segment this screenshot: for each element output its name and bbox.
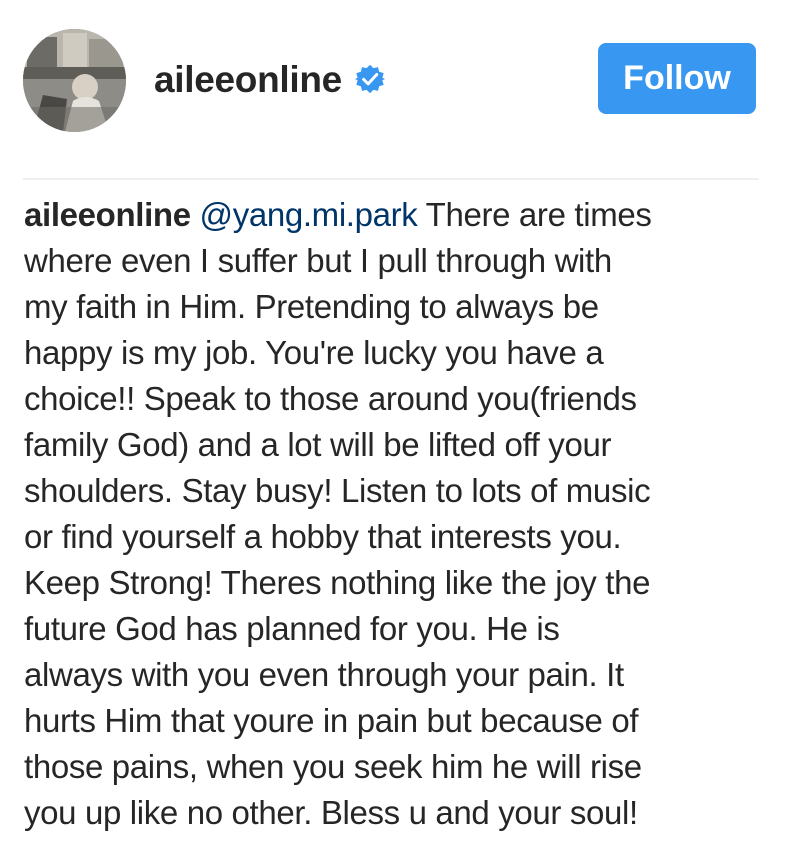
post-header: aileeonline Follow [0,0,786,178]
caption-line: my faith in Him. Pretending to always be [24,288,599,325]
caption-line: shoulders. Stay busy! Listen to lots of … [24,472,651,509]
avatar-photo [23,29,126,132]
caption-line: happy is my job. You're lucky you have a [24,334,604,371]
caption-author[interactable]: aileeonline [24,196,191,233]
verified-badge-icon [355,64,385,94]
avatar[interactable] [23,29,126,132]
caption-text: There are times [425,196,652,233]
caption-line: Keep Strong! Theres nothing like the joy… [24,564,651,601]
caption-line: always with you even through your pain. … [24,656,624,693]
follow-button[interactable]: Follow [598,43,756,114]
divider [23,178,759,180]
caption-line: you up like no other. Bless u and your s… [24,794,638,831]
caption-mention[interactable]: @yang.mi.park [200,196,418,233]
caption-line: hurts Him that youre in pain but because… [24,702,639,739]
caption: aileeonline @yang.mi.park There are time… [24,192,764,836]
caption-line: family God) and a lot will be lifted off… [24,426,612,463]
caption-line: future God has planned for you. He is [24,610,560,647]
caption-line: choice!! Speak to those around you(frien… [24,380,637,417]
caption-line: where even I suffer but I pull through w… [24,242,612,279]
caption-line: those pains, when you seek him he will r… [24,748,642,785]
caption-line: aileeonline @yang.mi.park There are time… [24,192,764,238]
caption-line: or find yourself a hobby that interests … [24,518,622,555]
username[interactable]: aileeonline [154,56,342,104]
